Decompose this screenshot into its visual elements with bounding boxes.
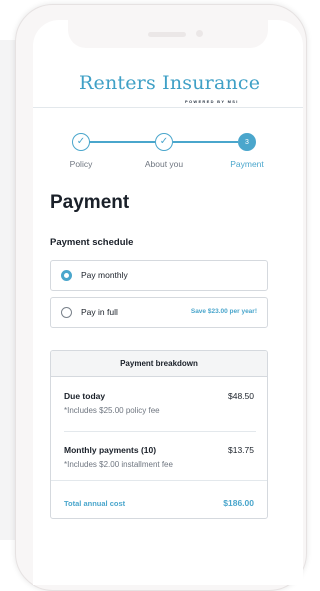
section-label: Payment schedule (50, 237, 134, 248)
stepper-line-2 (173, 141, 238, 143)
step-about-you-indicator[interactable]: ✓ (155, 133, 173, 151)
brand-subtitle: POWERED BY MSI (185, 99, 239, 104)
phone-notch (68, 20, 268, 48)
monthly-payments-amount: $13.75 (228, 445, 254, 455)
savings-badge: Save $23.00 per year! (190, 308, 257, 315)
speaker-grille (148, 32, 186, 37)
payment-breakdown: Payment breakdown Due today $48.50 *Incl… (50, 350, 268, 519)
step-label-payment: Payment (230, 159, 264, 169)
step-label-about-you: About you (144, 159, 184, 169)
due-today-amount: $48.50 (228, 391, 254, 401)
step-number: 3 (245, 138, 249, 146)
due-today-title: Due today (64, 391, 106, 401)
option-label: Pay in full (81, 307, 118, 317)
step-policy-indicator[interactable]: ✓ (72, 133, 90, 151)
phone-screen: Renters Insurance POWERED BY MSI ✓ ✓ 3 P… (33, 20, 303, 585)
step-payment-indicator: 3 (238, 133, 256, 151)
brand-title: Renters Insurance (79, 72, 261, 94)
monthly-payments-title: Monthly payments (10) (64, 445, 157, 455)
monthly-payments-note: *Includes $2.00 installment fee (64, 460, 173, 469)
due-today-note: *Includes $25.00 policy fee (64, 406, 160, 415)
stepper-line-1 (89, 141, 155, 143)
total-label: Total annual cost (64, 499, 126, 508)
step-label-policy: Policy (69, 159, 93, 169)
brand-logo: Renters Insurance POWERED BY MSI (33, 72, 303, 104)
option-label: Pay monthly (81, 270, 128, 280)
radio-unselected[interactable] (61, 307, 72, 318)
header-divider (33, 107, 303, 108)
option-pay-in-full[interactable]: Pay in full Save $23.00 per year! (50, 297, 268, 328)
total-divider (51, 480, 267, 481)
row-divider (64, 431, 256, 432)
check-icon: ✓ (76, 136, 86, 147)
check-icon: ✓ (159, 136, 169, 147)
camera-dot (196, 30, 203, 37)
radio-selected[interactable] (61, 270, 72, 281)
total-amount: $186.00 (223, 498, 254, 508)
option-pay-monthly[interactable]: Pay monthly (50, 260, 268, 291)
page-title: Payment (50, 192, 130, 213)
breakdown-header: Payment breakdown (51, 351, 267, 377)
